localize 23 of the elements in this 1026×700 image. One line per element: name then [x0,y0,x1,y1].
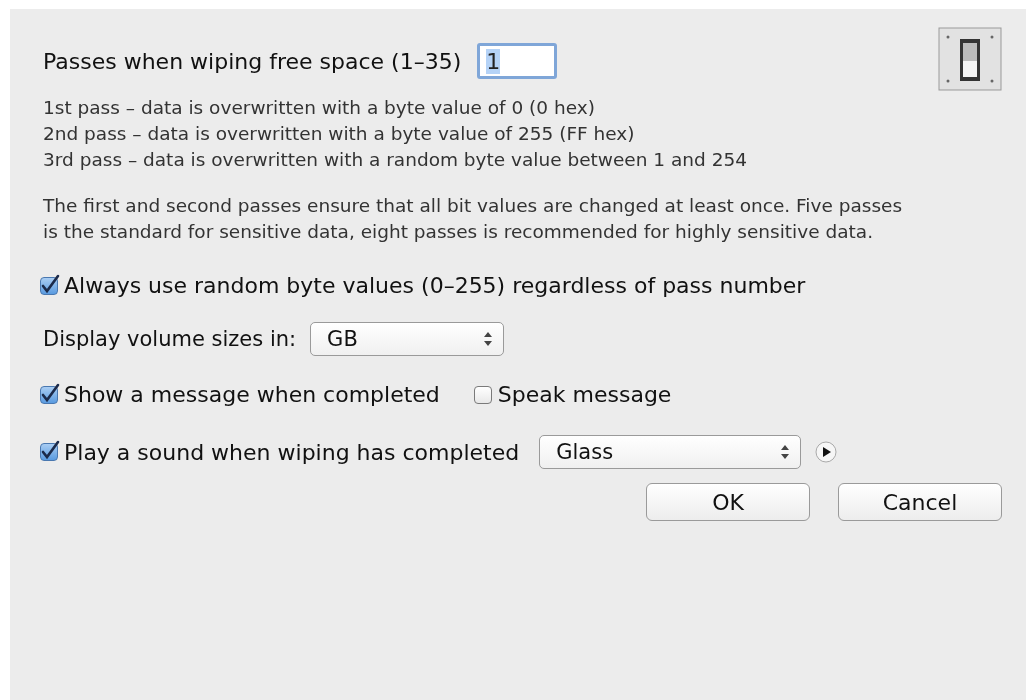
note-paragraph: The first and second passes ensure that all bit values are changed at least once. Five passes is the standard for sensitive data, eight passes is recommended for highly sensitive data. [43,194,903,244]
passes-input-field[interactable]: 1 [477,43,558,79]
dialog-button[interactable]: OK [646,483,810,521]
checkbox[interactable] [40,385,58,404]
passes-label: Passes when wiping free space (1–35) [43,48,462,74]
checkbox[interactable] [40,443,58,461]
updown-arrows-icon [483,331,494,347]
dropdown[interactable]: Glass [539,435,802,469]
dialog-button[interactable]: Cancel [838,483,1002,521]
checkbox-label[interactable]: Play a sound when wiping has completed [64,439,520,465]
pass-description: 3rd pass – data is overwritten with a random byte value between 1 and 254 [43,148,748,172]
pass-description: 1st pass – data is overwritten with a byte value of 0 (0 hex) [43,96,596,120]
toggle-switch-icon [938,27,1002,91]
checkbox[interactable] [40,276,58,295]
checkbox-label[interactable]: Speak message [497,382,672,407]
updown-arrows-icon [780,444,791,460]
checkbox-label[interactable]: Always use random byte values (0–255) regardless of pass number [64,273,806,298]
checkbox-label[interactable]: Show a message when completed [64,382,440,407]
pass-description: 2nd pass – data is overwritten with a byte value of 255 (FF hex) [43,122,636,146]
checkbox[interactable] [473,385,492,404]
dropdown[interactable]: GB [310,322,505,356]
volume-sizes-label: Display volume sizes in: [43,327,297,351]
play-button[interactable] [815,441,838,463]
